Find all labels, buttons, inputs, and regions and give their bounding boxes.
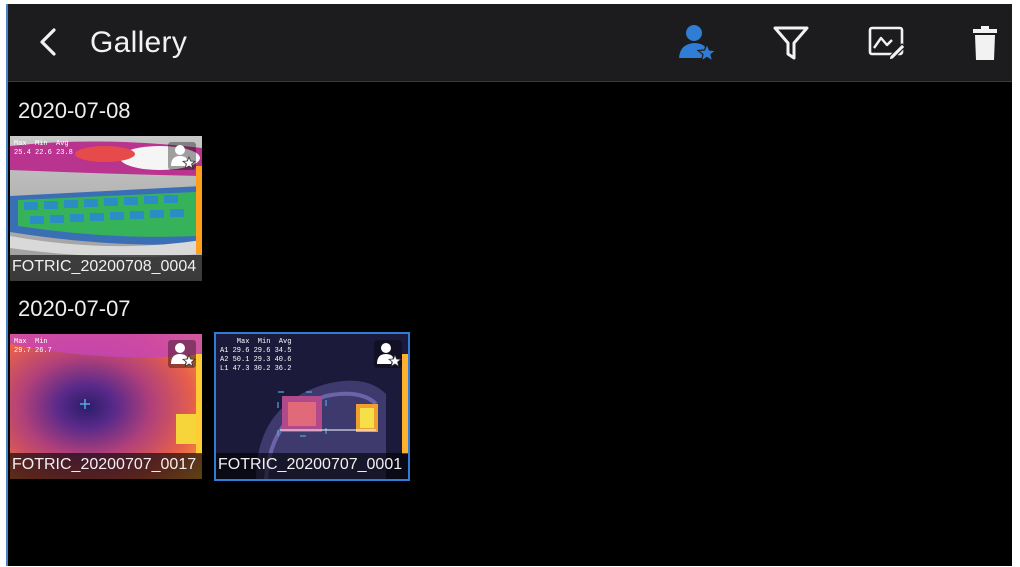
favorite-badge-icon — [168, 142, 197, 170]
page-title: Gallery — [90, 26, 188, 59]
temperature-readout: Max Min Avg A1 29.6 29.6 34.5 A2 50.1 29… — [220, 338, 292, 373]
thumbnail-filename: FOTRIC_20200707_0001 — [216, 453, 408, 479]
temperature-readout: Max Min Avg 25.4 22.6 23.8 — [14, 140, 73, 157]
top-bar: Gallery — [8, 4, 1012, 82]
gallery-screen: Gallery 2020-07-08 Max Min Avg 25.4 22.6… — [6, 4, 1012, 566]
thumbnail-filename: FOTRIC_20200707_0017 — [10, 453, 202, 479]
favorite-badge-icon — [374, 340, 403, 368]
thumbnail-filename: FOTRIC_20200708_0004 — [10, 255, 202, 281]
gallery-thumbnail[interactable]: Max Min 29.7 26.7 FOTRIC_20200707_0017 — [10, 334, 202, 479]
temperature-readout: Max Min 29.7 26.7 — [14, 338, 52, 355]
trash-icon[interactable] — [964, 22, 1006, 64]
favorite-user-icon[interactable] — [676, 22, 718, 64]
gallery-thumbnail-selected[interactable]: Max Min Avg A1 29.6 29.6 34.5 A2 50.1 29… — [214, 332, 410, 481]
date-header: 2020-07-08 — [18, 98, 131, 123]
edit-image-icon[interactable] — [866, 22, 908, 64]
filter-icon[interactable] — [770, 22, 812, 64]
date-header: 2020-07-07 — [18, 296, 131, 321]
back-icon[interactable] — [30, 22, 70, 62]
favorite-badge-icon — [168, 340, 197, 368]
gallery-thumbnail[interactable]: Max Min Avg 25.4 22.6 23.8 FOTRIC_202007… — [10, 136, 202, 281]
